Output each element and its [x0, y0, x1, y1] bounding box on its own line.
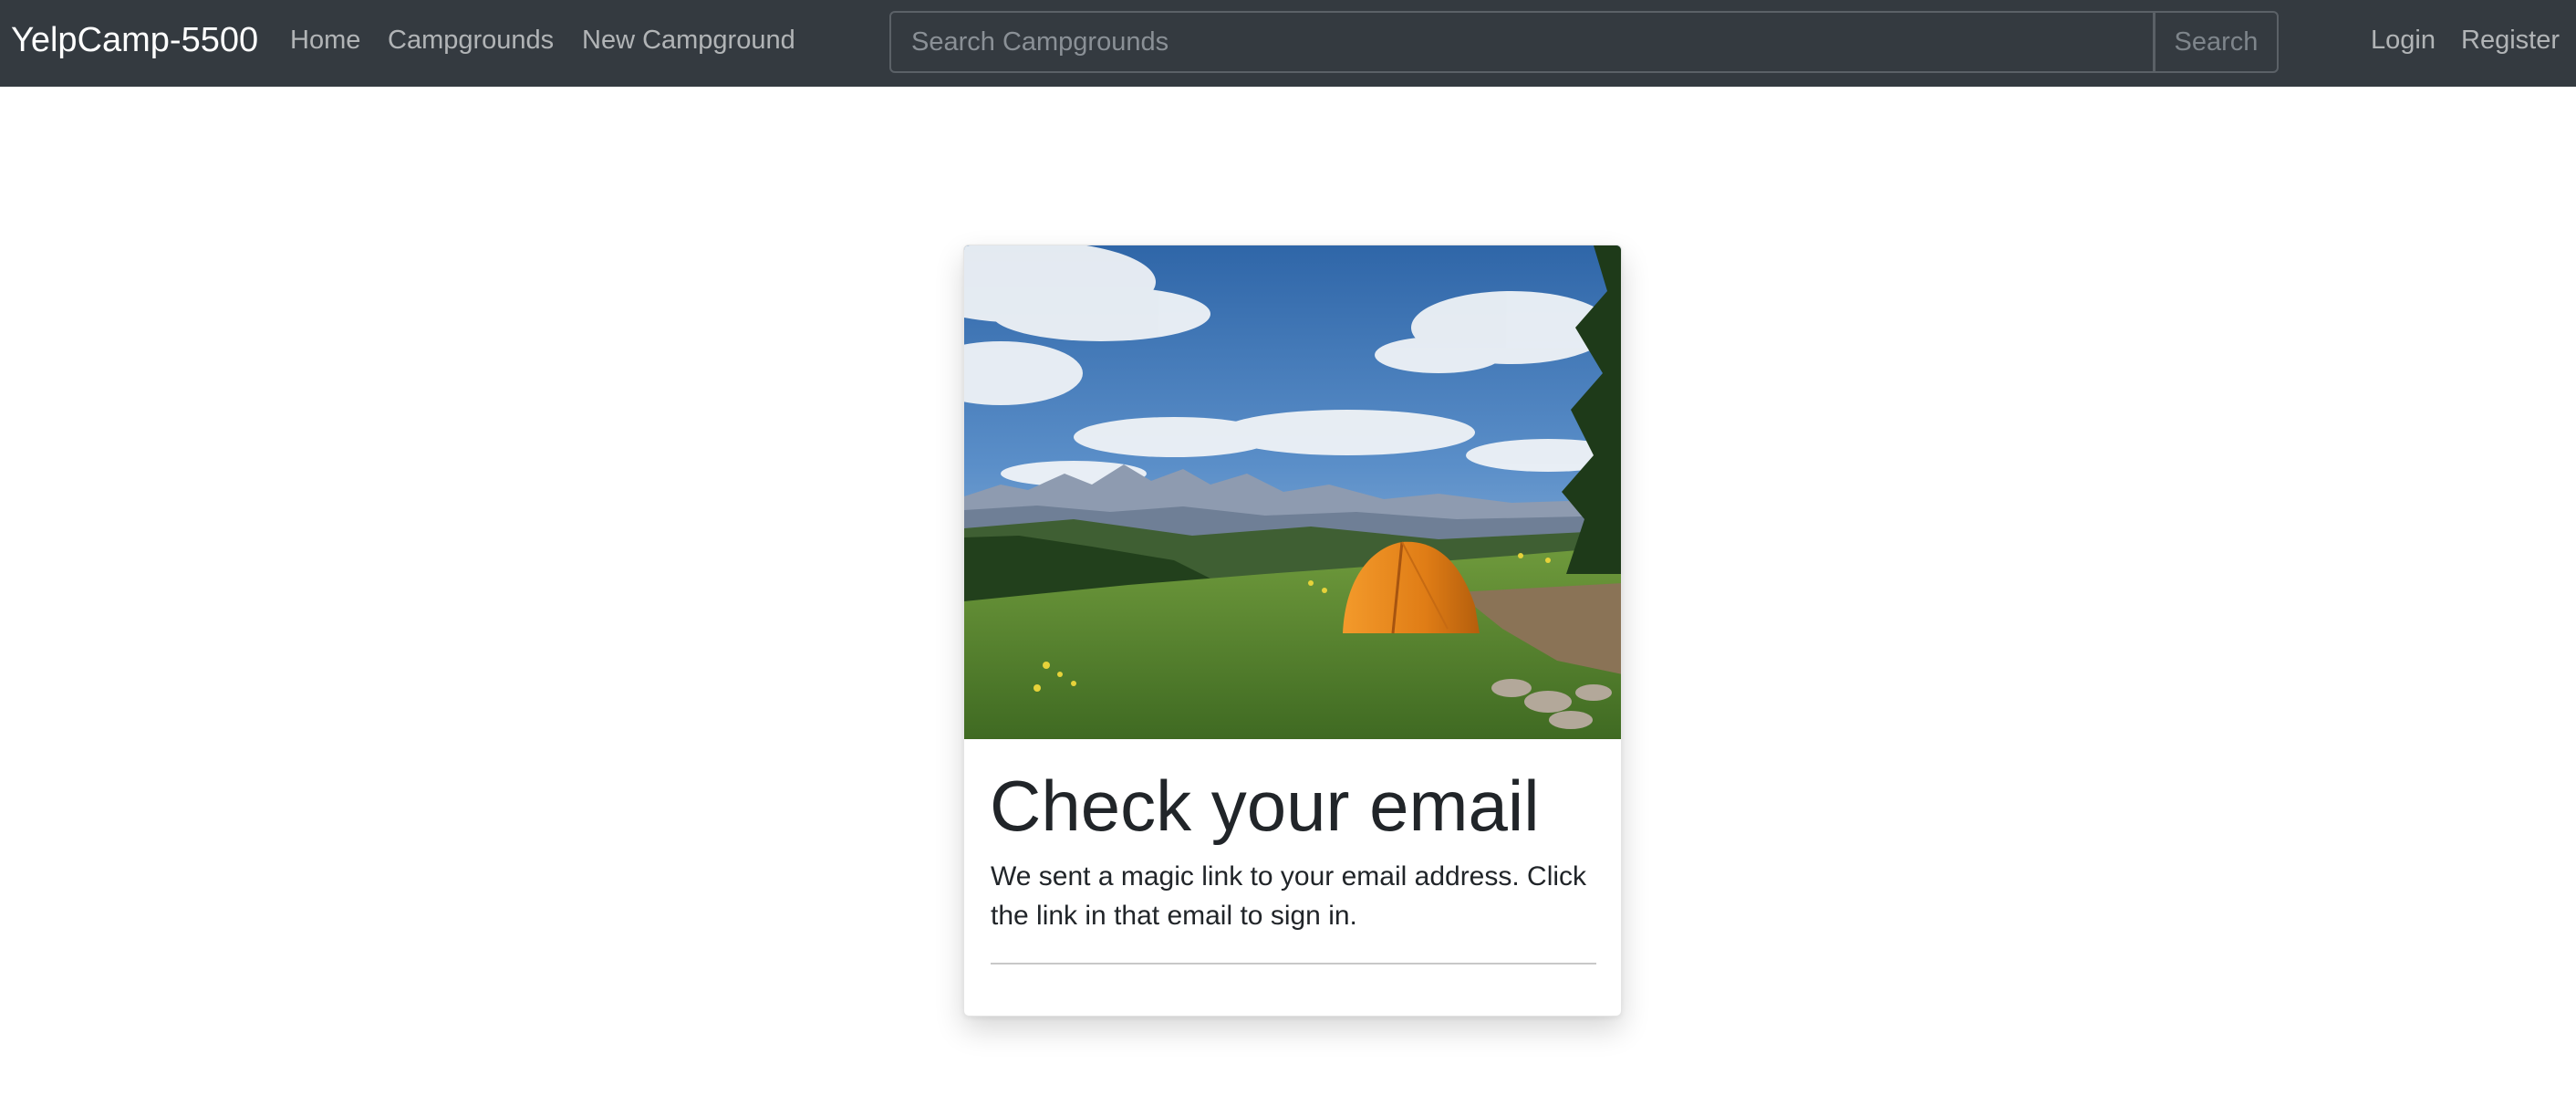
brand-link[interactable]: YelpCamp-5500 [11, 18, 258, 62]
nav-campgrounds-link[interactable]: Campgrounds [388, 22, 554, 58]
campsite-photo [964, 245, 1621, 739]
nav-register-link[interactable]: Register [2461, 22, 2560, 58]
divider [991, 963, 1596, 965]
instruction-text: We sent a magic link to your email addre… [991, 861, 1587, 931]
nav-new-campground-link[interactable]: New Campground [582, 22, 795, 58]
nav-login-link[interactable]: Login [2371, 22, 2436, 58]
search-input[interactable] [889, 11, 2155, 73]
nav-home-link[interactable]: Home [290, 22, 360, 58]
page-title: Check your email [990, 766, 1540, 846]
search-button[interactable]: Search [2154, 11, 2279, 73]
check-email-card: Check your email We sent a magic link to… [963, 245, 1622, 1017]
navbar: YelpCamp-5500 Home Campgrounds New Campg… [0, 0, 2576, 87]
